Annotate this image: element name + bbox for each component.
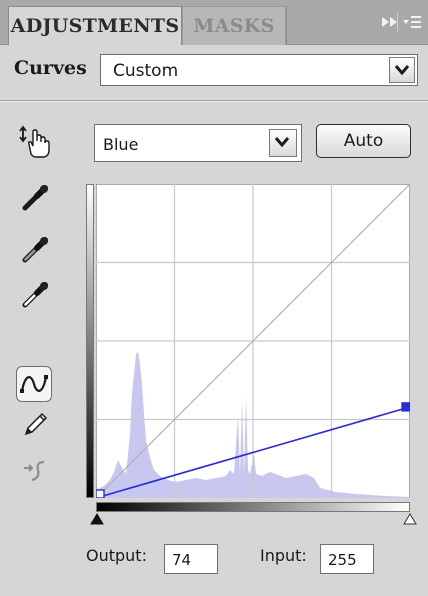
tab-masks[interactable]: MASKS [182,6,286,45]
adjustments-panel: ADJUSTMENTS MASKS Curves Custom Blue Aut… [0,0,428,596]
channel-dropdown[interactable]: Blue [94,124,302,162]
input-field[interactable]: 255 [320,544,374,574]
tab-separator [286,6,287,44]
panel-menu-icon[interactable] [401,12,423,32]
chevron-down-icon [394,65,410,76]
output-label: Output: [86,546,147,565]
black-point-eyedropper-icon[interactable] [20,183,50,213]
output-field[interactable]: 74 [164,544,218,574]
curve-point-tool-icon [20,375,48,393]
panel-tab-bar: ADJUSTMENTS MASKS [0,0,428,45]
output-gradient-bar [86,184,94,498]
tab-bar-divider [397,12,398,32]
preset-value: Custom [113,61,179,81]
curves-graph[interactable] [96,184,410,498]
channel-dropdown-button[interactable] [269,129,297,157]
smooth-curve-icon [24,460,45,482]
curve-control-point[interactable] [96,489,105,498]
adjustment-title: Curves [14,57,87,79]
curve-point-tool-button[interactable] [16,366,52,402]
auto-button[interactable]: Auto [316,124,411,158]
input-label: Input: [260,546,307,565]
white-point-eyedropper-icon[interactable] [20,280,50,310]
white-point-slider-icon[interactable] [403,513,417,525]
preset-dropdown-button[interactable] [389,57,415,83]
pencil-draw-icon[interactable] [20,410,50,440]
channel-value: Blue [103,135,139,154]
gray-point-eyedropper-icon[interactable] [20,235,50,265]
curve-control-point[interactable] [401,402,410,412]
chevron-down-icon [274,137,290,148]
tab-adjustments[interactable]: ADJUSTMENTS [8,6,182,45]
preset-dropdown[interactable]: Custom [100,54,418,86]
section-divider-highlight [0,101,428,102]
black-point-slider-icon[interactable] [90,513,104,525]
hand-target-adjust-icon[interactable] [18,124,52,160]
input-gradient-bar [96,502,410,512]
